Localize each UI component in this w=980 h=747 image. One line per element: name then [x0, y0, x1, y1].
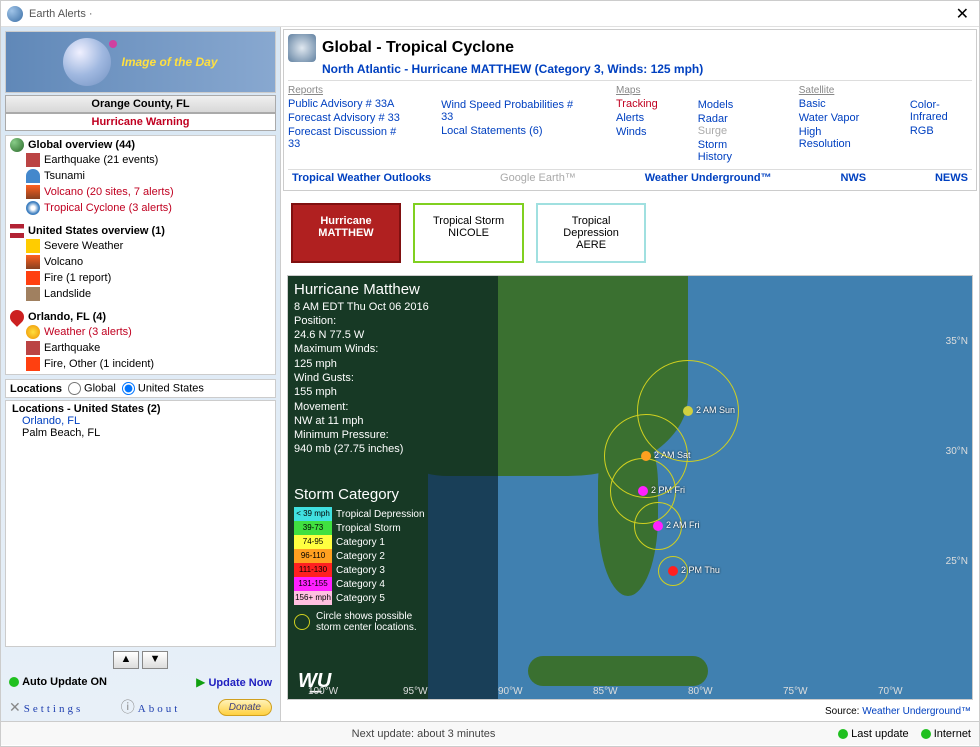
- satellite-link[interactable]: High Resolution: [799, 126, 870, 150]
- orlando-header: Orlando, FL (4): [28, 311, 106, 323]
- content-panel: Global - Tropical Cyclone North Atlantic…: [281, 27, 979, 721]
- item-icon: [26, 287, 40, 301]
- sidebar: Image of the Day Orange County, FL Hurri…: [1, 27, 281, 721]
- storm-map[interactable]: Hurricane Matthew 8 AM EDT Thu Oct 06 20…: [287, 275, 973, 700]
- radio-global[interactable]: Global: [68, 382, 116, 395]
- map-link[interactable]: Alerts: [616, 112, 658, 124]
- satellite-link[interactable]: Basic: [799, 98, 870, 110]
- next-update-label: Next update: about 3 minutes: [9, 728, 838, 740]
- map-link[interactable]: Storm History: [698, 139, 759, 163]
- status-bar: Next update: about 3 minutes Last update…: [1, 721, 979, 745]
- item-icon: [26, 341, 40, 355]
- map-link-tracking[interactable]: Tracking: [616, 98, 658, 110]
- global-overview: Global overview (44) Earthquake (21 even…: [5, 135, 276, 375]
- locations-list-header: Locations - United States (2): [12, 403, 269, 415]
- last-update-status: Last update: [838, 728, 909, 740]
- overview-item[interactable]: Earthquake: [10, 340, 271, 356]
- internet-status: Internet: [921, 728, 971, 740]
- about-link[interactable]: About: [138, 703, 181, 715]
- google-earth-link: Google Earth™: [500, 172, 576, 184]
- storm-tab[interactable]: HurricaneMATTHEW: [291, 203, 401, 263]
- map-link[interactable]: Winds: [616, 126, 658, 138]
- report-link[interactable]: Local Statements (6): [441, 125, 576, 137]
- storm-category-legend: Storm Category < 39 mphTropical Depressi…: [294, 486, 425, 633]
- item-icon: [26, 153, 40, 167]
- map-link-disabled: Surge: [698, 125, 727, 137]
- content-header: Global - Tropical Cyclone North Atlantic…: [283, 29, 977, 191]
- donate-button[interactable]: Donate: [218, 699, 272, 716]
- image-of-day-panel[interactable]: Image of the Day: [5, 31, 276, 93]
- overview-item[interactable]: Landslide: [10, 286, 271, 302]
- overview-item[interactable]: Volcano: [10, 254, 271, 270]
- report-link[interactable]: Forecast Discussion # 33: [288, 126, 401, 150]
- storm-tab[interactable]: Tropical StormNICOLE: [413, 203, 524, 263]
- overview-item[interactable]: Fire (1 report): [10, 270, 271, 286]
- map-link[interactable]: Models: [698, 99, 759, 111]
- overview-item[interactable]: Volcano (20 sites, 7 alerts): [10, 184, 271, 200]
- locations-label: Locations: [10, 383, 62, 395]
- locations-toggle: Locations Global United States: [5, 379, 276, 398]
- item-icon: [26, 201, 40, 215]
- cyclone-icon: [288, 34, 316, 62]
- item-icon: [26, 185, 40, 199]
- nws-link[interactable]: NWS: [840, 172, 866, 184]
- maps-header: Maps: [616, 85, 658, 96]
- globe-icon: [10, 138, 24, 152]
- image-of-day-label: Image of the Day: [121, 55, 217, 69]
- overview-item[interactable]: Earthquake (21 events): [10, 152, 271, 168]
- news-link[interactable]: NEWS: [935, 172, 968, 184]
- content-title: Global - Tropical Cyclone: [322, 39, 514, 57]
- globe-icon: [63, 38, 111, 86]
- item-icon: [26, 357, 40, 371]
- us-flag-icon: [10, 224, 24, 238]
- location-item[interactable]: Palm Beach, FL: [12, 427, 269, 439]
- satellite-link[interactable]: Color-Infrared: [910, 99, 972, 123]
- radio-us[interactable]: United States: [122, 382, 204, 395]
- info-icon: ⓘ: [121, 699, 135, 715]
- item-icon: [26, 255, 40, 269]
- us-overview-header: United States overview (1): [28, 225, 165, 237]
- report-link[interactable]: Public Advisory # 33A: [288, 98, 401, 110]
- item-icon: [26, 325, 40, 339]
- reports-header: Reports: [288, 85, 401, 96]
- storm-info-panel: Hurricane Matthew 8 AM EDT Thu Oct 06 20…: [294, 280, 429, 457]
- outlooks-link[interactable]: Tropical Weather Outlooks: [292, 172, 431, 184]
- satellite-header: Satellite: [799, 85, 870, 96]
- warning-banner: Hurricane Warning: [5, 113, 276, 131]
- location-header: Orange County, FL: [5, 95, 276, 113]
- report-link[interactable]: Forecast Advisory # 33: [288, 112, 401, 124]
- up-button[interactable]: ▲: [113, 651, 139, 669]
- window-title: Earth Alerts ·: [29, 8, 952, 20]
- app-icon: [7, 6, 23, 22]
- wu-link[interactable]: Weather Underground™: [645, 172, 772, 184]
- down-button[interactable]: ▼: [142, 651, 168, 669]
- overview-item[interactable]: Tsunami: [10, 168, 271, 184]
- item-icon: [26, 271, 40, 285]
- location-item[interactable]: Orlando, FL: [12, 415, 269, 427]
- gear-icon: ✕: [9, 699, 21, 715]
- overview-item[interactable]: Weather (3 alerts): [10, 324, 271, 340]
- item-icon: [26, 239, 40, 253]
- report-link[interactable]: Wind Speed Probabilities # 33: [441, 99, 576, 123]
- overview-item[interactable]: Fire, Other (1 incident): [10, 356, 271, 372]
- locations-list: Locations - United States (2) Orlando, F…: [5, 400, 276, 647]
- overview-item[interactable]: Severe Weather: [10, 238, 271, 254]
- storm-tab[interactable]: TropicalDepressionAERE: [536, 203, 646, 263]
- titlebar: Earth Alerts · ✕: [1, 1, 979, 27]
- satellite-link[interactable]: RGB: [910, 125, 972, 137]
- map-link[interactable]: Radar: [698, 113, 728, 125]
- item-icon: [26, 169, 40, 183]
- satellite-link[interactable]: Water Vapor: [799, 112, 870, 124]
- source-attribution: Source: Weather Underground™: [283, 704, 977, 719]
- source-link[interactable]: Weather Underground™: [862, 706, 971, 717]
- auto-update-status[interactable]: Auto Update ON: [9, 676, 107, 688]
- settings-link[interactable]: Settings: [24, 703, 83, 715]
- update-now-button[interactable]: ▶ Update Now: [196, 675, 272, 689]
- content-subtitle: North Atlantic - Hurricane MATTHEW (Cate…: [322, 62, 972, 76]
- close-button[interactable]: ✕: [952, 4, 973, 24]
- global-overview-header: Global overview (44): [28, 139, 135, 151]
- overview-item[interactable]: Tropical Cyclone (3 alerts): [10, 200, 271, 216]
